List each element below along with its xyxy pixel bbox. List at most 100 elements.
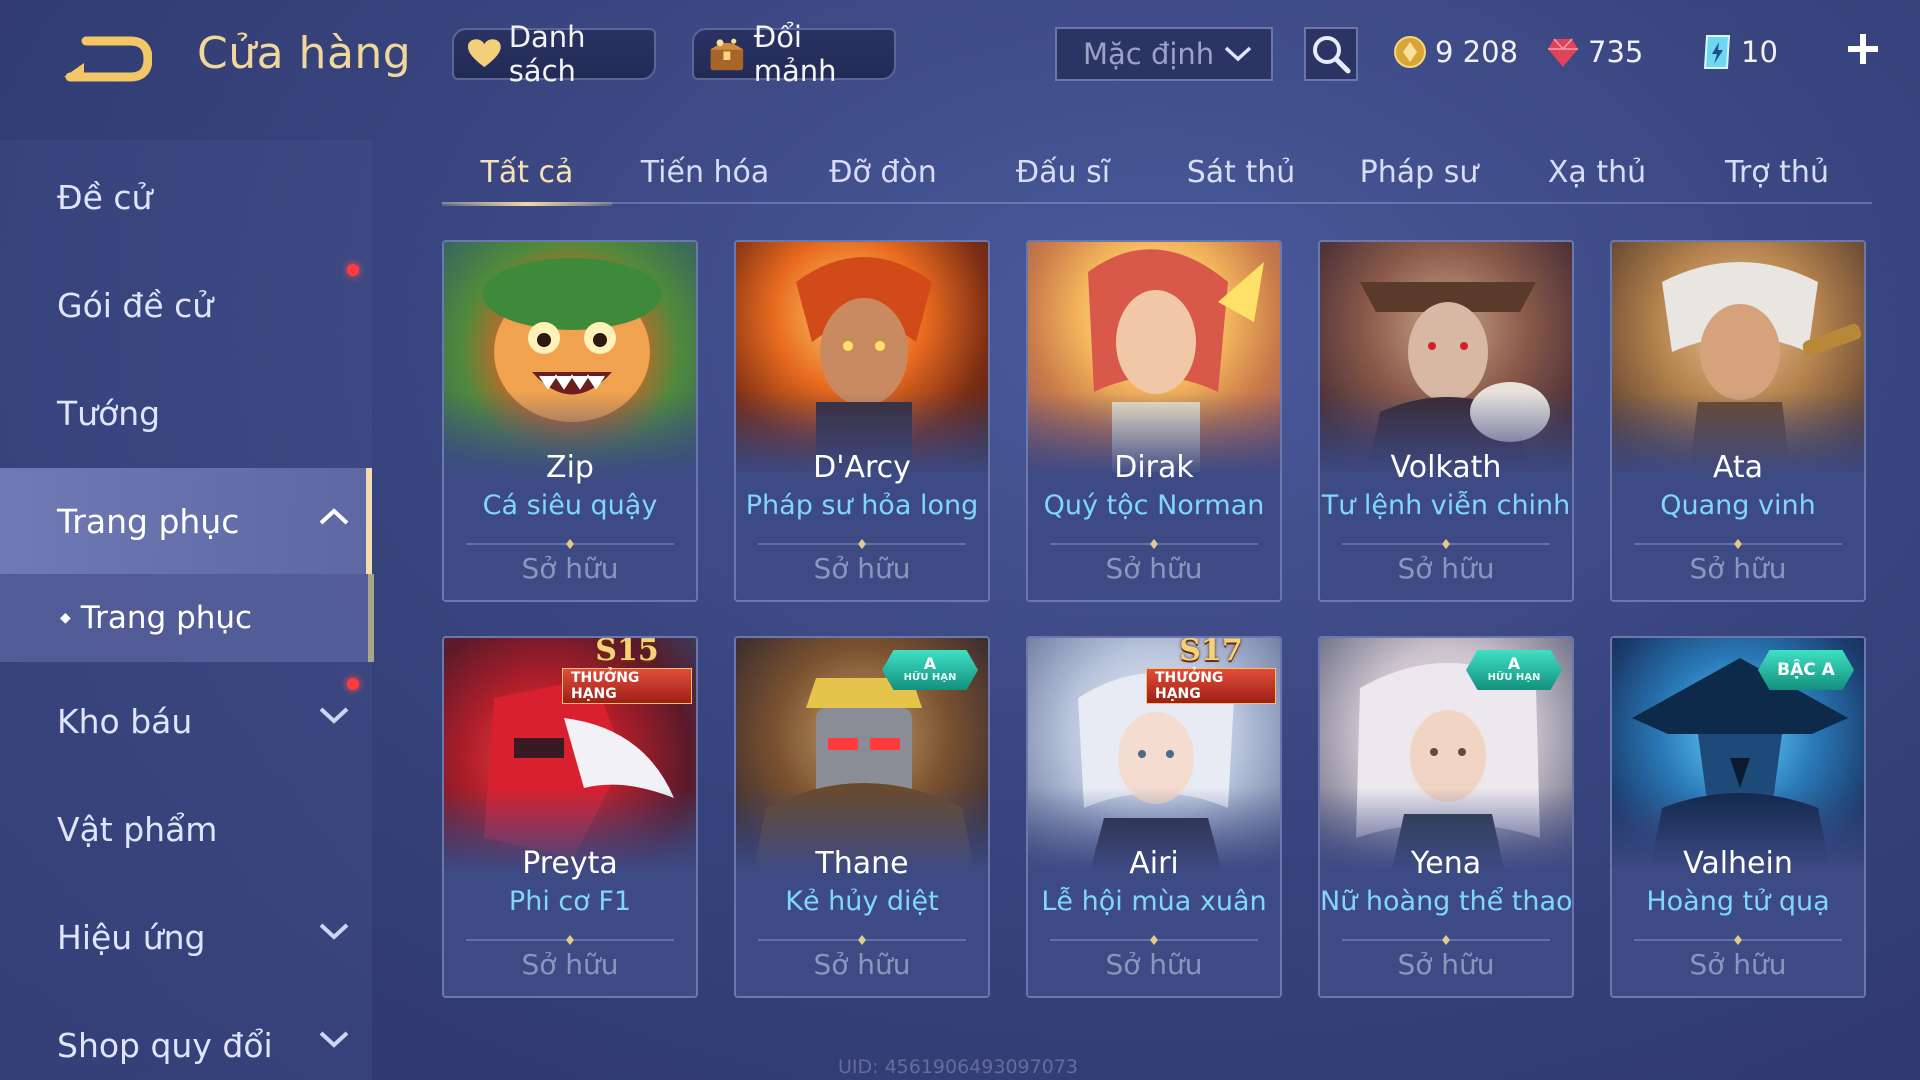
chevron-down-icon [319, 923, 349, 940]
sidebar-item-label: Gói đề cử [57, 285, 214, 325]
sidebar-item-skins[interactable]: Trang phục [0, 468, 372, 574]
chevron-up-icon [319, 508, 349, 525]
hero-name: D'Arcy [813, 450, 911, 485]
sidebar-item-heroes[interactable]: Tướng [0, 360, 372, 466]
skin-card-valhein[interactable]: BẬC A Valhein Hoàng tử quạ Sở hữu [1610, 636, 1866, 998]
limited-label: HỮU HẠN [903, 672, 957, 683]
sidebar-subitem-skins[interactable]: ◆ Trang phục [0, 574, 374, 662]
skin-grid: Zip Cá siêu quậy Sở hữu D'Arcy Pháp sư h… [442, 240, 1872, 1080]
search-icon [1313, 36, 1351, 74]
sidebar-item-label: Hiệu ứng [57, 917, 206, 957]
favorite-list-button[interactable]: Danh sách [452, 20, 656, 88]
owned-status: Sở hữu [1397, 552, 1495, 585]
back-arrow-icon [64, 36, 152, 82]
hero-name: Volkath [1390, 450, 1502, 485]
tab-marksman[interactable]: Xạ thủ [1512, 142, 1682, 202]
sidebar-item-recommended-packs[interactable]: Gói đề cử [0, 252, 372, 358]
sidebar-item-label: Đề cử [57, 177, 153, 217]
tier-label: A [923, 654, 937, 673]
tier-label: A [1507, 654, 1521, 673]
sidebar: Đề cử Gói đề cử Tướng Trang phục ◆ Trang… [0, 140, 374, 1080]
gold-currency: 9 208 [1393, 30, 1518, 74]
hero-name: Thane [815, 846, 909, 881]
diamond-bullet-icon: ◆ [60, 610, 71, 626]
skin-card-volkath[interactable]: Volkath Tư lệnh viễn chinh Sở hữu [1318, 240, 1574, 602]
skin-card-yena[interactable]: A HỮU HẠN Yena Nữ hoàng thể thao Sở hữu [1318, 636, 1574, 998]
season-reward-label: THƯỞNG HẠNG [1146, 668, 1276, 704]
skin-card-airi[interactable]: S17 THƯỞNG HẠNG Airi Lễ hội mùa xuân Sở … [1026, 636, 1282, 998]
tab-mage[interactable]: Pháp sư [1334, 142, 1504, 202]
card-divider [1342, 935, 1550, 945]
skin-name: Tư lệnh viễn chinh [1321, 490, 1571, 521]
season-badge: S17 THƯỞNG HẠNG [1146, 638, 1276, 704]
hero-name: Valhein [1683, 846, 1793, 881]
tab-support[interactable]: Trợ thủ [1692, 142, 1862, 202]
card-divider [466, 539, 674, 549]
ruby-currency: 735 [1546, 30, 1643, 74]
skin-card-ata[interactable]: Ata Quang vinh Sở hữu [1610, 240, 1866, 602]
skin-name: Nữ hoàng thể thao [1320, 886, 1573, 917]
owned-status: Sở hữu [521, 948, 619, 981]
sidebar-item-effects[interactable]: Hiệu ứng [0, 884, 372, 990]
chevron-down-icon [319, 1031, 349, 1048]
hero-name: Airi [1129, 846, 1179, 881]
sidebar-subitem-label: Trang phục [80, 600, 253, 636]
ruby-amount: 735 [1588, 35, 1644, 69]
tab-tank[interactable]: Đỡ đòn [798, 142, 968, 202]
skin-card-thane[interactable]: A HỮU HẠN Thane Kẻ hủy diệt Sở hữu [734, 636, 990, 998]
card-divider [1050, 539, 1258, 549]
hero-name: Preyta [522, 846, 618, 881]
tab-all[interactable]: Tất cả [442, 142, 612, 206]
chevron-down-icon [319, 707, 349, 724]
tier-a-limited-badge: A HỮU HẠN [882, 650, 978, 690]
owned-status: Sở hữu [813, 948, 911, 981]
skin-card-darcy[interactable]: D'Arcy Pháp sư hỏa long Sở hữu [734, 240, 990, 602]
tab-evolution[interactable]: Tiến hóa [620, 142, 790, 202]
card-divider [1634, 935, 1842, 945]
skin-name: Kẻ hủy diệt [785, 886, 939, 917]
tab-assassin[interactable]: Sát thủ [1156, 142, 1326, 202]
limited-label: HỮU HẠN [1487, 672, 1541, 683]
card-divider [758, 935, 966, 945]
sidebar-item-label: Vật phẩm [57, 809, 218, 849]
season-number: S15 [595, 636, 659, 668]
sort-value: Mặc định [1083, 37, 1215, 71]
hero-name: Zip [546, 450, 594, 485]
skin-card-preyta[interactable]: S15 THƯỞNG HẠNG Preyta Phi cơ F1 Sở hữu [442, 636, 698, 998]
page-title: Cửa hàng [197, 28, 412, 79]
sidebar-item-treasure[interactable]: Kho báu [0, 668, 372, 774]
sidebar-item-label: Trang phục [57, 501, 240, 541]
heart-icon [468, 39, 501, 68]
back-button[interactable] [58, 30, 154, 86]
search-button[interactable] [1304, 27, 1358, 81]
skin-card-dirak[interactable]: Dirak Quý tộc Norman Sở hữu [1026, 240, 1282, 602]
tab-fighter[interactable]: Đấu sĩ [978, 142, 1148, 202]
skin-name: Lễ hội mùa xuân [1041, 886, 1267, 917]
exchange-shards-button[interactable]: Đổi mảnh [692, 20, 896, 88]
sidebar-item-exchange-shop[interactable]: Shop quy đổi [0, 992, 372, 1080]
skin-name: Cá siêu quậy [482, 490, 658, 521]
hero-name: Dirak [1114, 450, 1194, 485]
card-divider [1634, 539, 1842, 549]
voucher-amount: 10 [1741, 35, 1778, 69]
tier-label: BẬC A [1777, 660, 1835, 680]
season-badge: S15 THƯỞNG HẠNG [562, 638, 692, 704]
owned-status: Sở hữu [813, 552, 911, 585]
user-id-watermark: UID: 4561906493097073 [838, 1056, 1078, 1078]
top-bar: Cửa hàng Danh sách Đổi mảnh Mặc định 9 2… [0, 0, 1920, 110]
category-tabs: Tất cả Tiến hóa Đỡ đòn Đấu sĩ Sát thủ Ph… [442, 134, 1872, 206]
sidebar-item-recommended[interactable]: Đề cử [0, 144, 372, 250]
sidebar-item-items[interactable]: Vật phẩm [0, 776, 372, 882]
card-divider [1342, 539, 1550, 549]
card-divider [466, 935, 674, 945]
card-divider [758, 539, 966, 549]
card-divider [1050, 935, 1258, 945]
season-number: S17 [1179, 636, 1243, 668]
notification-dot [347, 264, 359, 276]
voucher-currency: 10 [1701, 30, 1778, 74]
sort-dropdown[interactable]: Mặc định [1055, 27, 1273, 81]
sidebar-item-label: Shop quy đổi [57, 1025, 273, 1065]
skin-card-zip[interactable]: Zip Cá siêu quậy Sở hữu [442, 240, 698, 602]
add-currency-button[interactable] [1840, 26, 1886, 72]
sidebar-item-label: Kho báu [57, 701, 193, 741]
